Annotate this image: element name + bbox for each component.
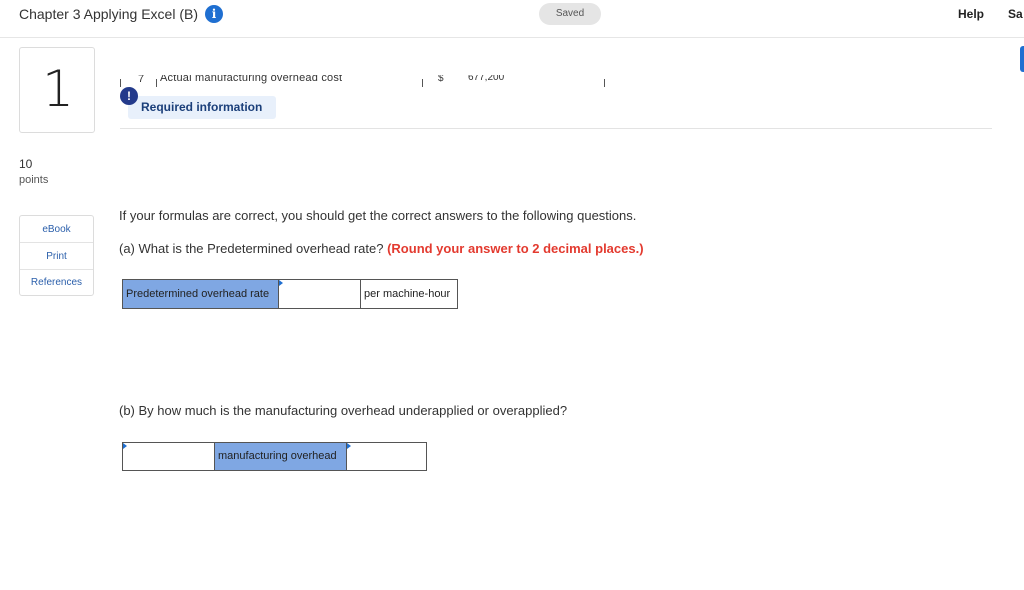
references-link[interactable]: References — [20, 270, 93, 295]
resource-links: eBook Print References — [19, 215, 94, 296]
saved-status-badge: Saved — [539, 3, 601, 25]
predetermined-rate-input[interactable] — [281, 283, 358, 305]
row-value: 677,200 — [468, 75, 505, 83]
predetermined-rate-label: Predetermined overhead rate — [122, 279, 279, 309]
required-information-button[interactable]: Required information — [128, 96, 276, 119]
question-number-box: 1 — [19, 47, 95, 133]
answer-table-b: manufacturing overhead — [122, 442, 427, 471]
points-label: points — [19, 174, 49, 186]
cropped-spreadsheet-row: 7 Actual manufacturing overhead cost $ 6… — [120, 75, 610, 87]
help-link[interactable]: Help — [958, 7, 984, 21]
dropdown-marker-icon — [347, 443, 351, 449]
row-currency: $ — [438, 75, 444, 84]
row-number: 7 — [138, 75, 145, 85]
question-a-text: (a) What is the Predetermined overhead r… — [119, 241, 384, 256]
save-exit-link[interactable]: Sa — [1008, 7, 1023, 21]
alert-icon: ! — [120, 87, 138, 105]
input-marker-icon — [123, 443, 127, 449]
answer-table-a: Predetermined overhead rate per machine-… — [122, 279, 458, 309]
divider — [120, 128, 992, 129]
info-icon[interactable]: i — [205, 5, 223, 23]
required-information-label: Required information — [141, 100, 263, 114]
overhead-amount-input[interactable] — [125, 445, 212, 468]
overhead-amount-cell[interactable] — [122, 442, 215, 471]
intro-text: If your formulas are correct, you should… — [119, 208, 637, 223]
rounding-note: (Round your answer to 2 decimal places.) — [387, 241, 644, 256]
manufacturing-overhead-label: manufacturing overhead — [214, 442, 347, 471]
question-b: (b) By how much is the manufacturing ove… — [119, 403, 568, 418]
question-number: 1 — [42, 60, 74, 118]
points-value: 10 — [19, 157, 33, 171]
side-panel-tab[interactable] — [1020, 46, 1024, 72]
rate-unit-label: per machine-hour — [360, 279, 458, 309]
predetermined-rate-cell[interactable] — [278, 279, 361, 309]
ebook-link[interactable]: eBook — [20, 216, 93, 243]
question-a: (a) What is the Predetermined overhead r… — [119, 241, 644, 256]
row-label: Actual manufacturing overhead cost — [160, 75, 343, 84]
assignment-title: Chapter 3 Applying Excel (B) — [19, 6, 198, 22]
under-over-input[interactable] — [349, 445, 424, 468]
under-over-select-cell[interactable] — [346, 442, 427, 471]
input-marker-icon — [279, 280, 283, 286]
top-header: Chapter 3 Applying Excel (B) i Saved Hel… — [0, 0, 1024, 38]
print-link[interactable]: Print — [20, 243, 93, 270]
